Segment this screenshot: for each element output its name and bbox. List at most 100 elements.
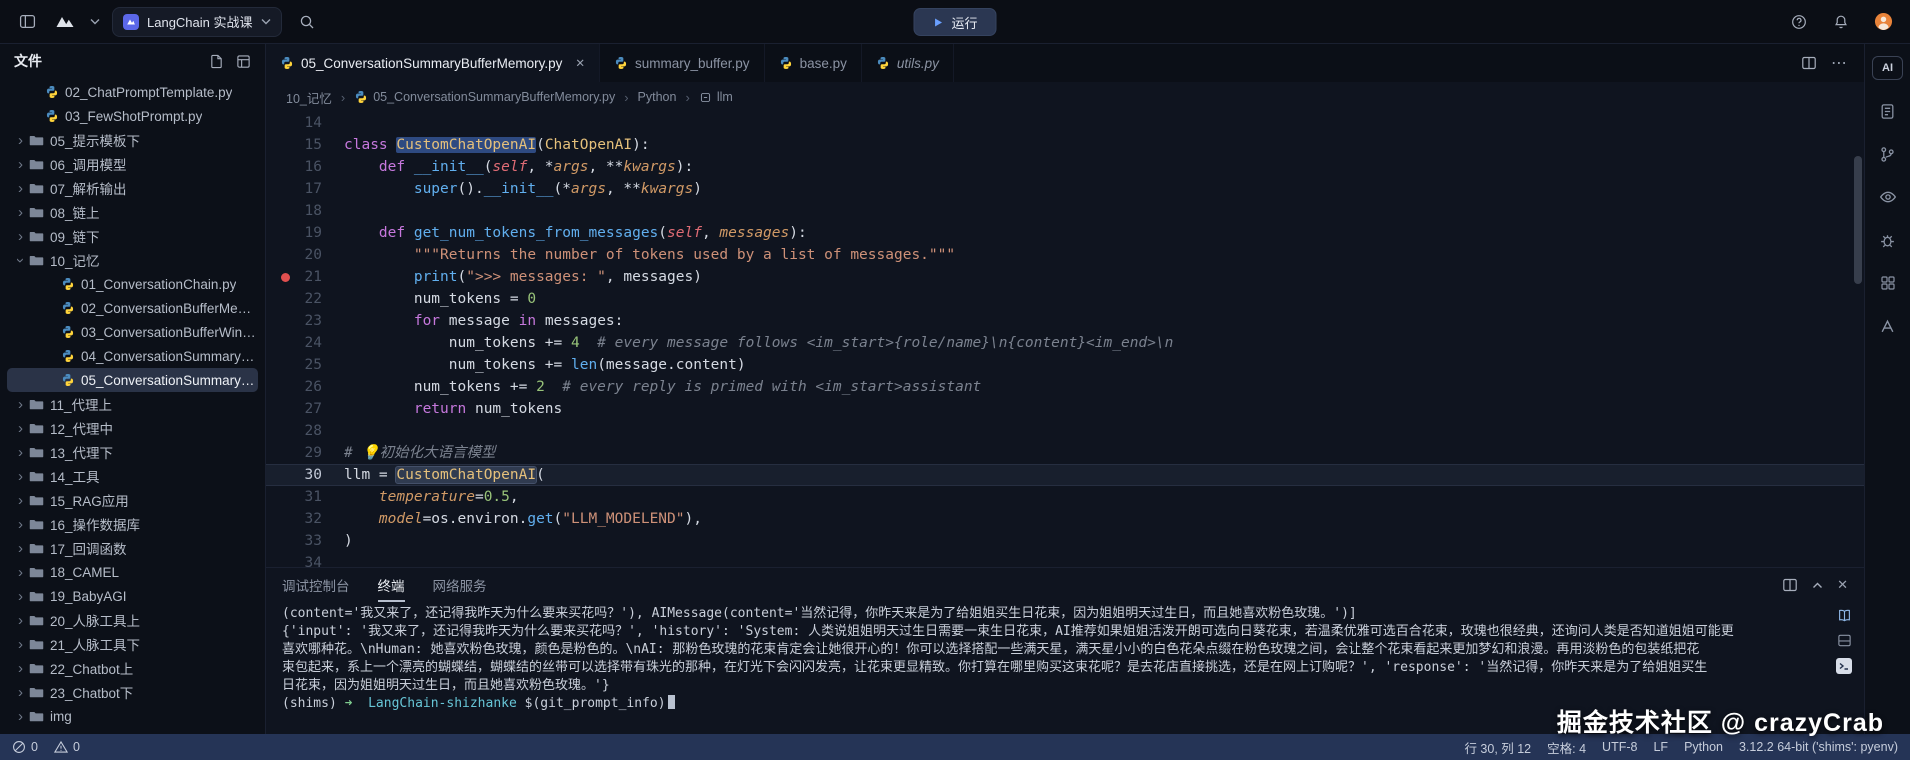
tree-folder-17_回调函数[interactable]: ›17_回调函数 xyxy=(7,536,258,560)
breadcrumb-item-05_ConversationSummaryBufferMemory.py[interactable]: 05_ConversationSummaryBufferMemory.py xyxy=(354,90,615,104)
close-tab-icon[interactable]: ✕ xyxy=(575,56,585,70)
panel-maximize-icon[interactable] xyxy=(1812,582,1823,589)
tree-file-02_ConversationBufferMemor...[interactable]: 02_ConversationBufferMemor... xyxy=(7,296,258,320)
ai-badge[interactable]: AI xyxy=(1872,56,1903,80)
chevron-icon: › xyxy=(13,661,28,676)
user-avatar[interactable] xyxy=(1870,9,1896,35)
status-warning-triangle[interactable]: 0 xyxy=(54,740,80,754)
tree-item-label: 23_Chatbot下 xyxy=(50,682,133,702)
breadcrumb-label: llm xyxy=(717,90,733,104)
tree-folder-05_提示模板下[interactable]: ›05_提示模板下 xyxy=(7,128,258,152)
folder-icon xyxy=(29,181,44,196)
status-item[interactable]: 行 30, 列 12 xyxy=(1464,738,1531,757)
tree-file-05_ConversationSummaryBuf...[interactable]: 05_ConversationSummaryBuf... xyxy=(7,368,258,392)
code-line: 18 xyxy=(266,200,1864,222)
sidebar-toggle-icon[interactable] xyxy=(14,9,40,35)
breadcrumb-item-llm[interactable]: llm xyxy=(699,90,733,104)
scrollbar-thumb[interactable] xyxy=(1854,156,1862,284)
bottom-panel: 调试控制台终端网络服务 ✕ (content='我又来了，还记得我昨天为什么要来… xyxy=(266,567,1864,734)
split-terminal-icon[interactable] xyxy=(1782,577,1798,593)
tree-folder-07_解析输出[interactable]: ›07_解析输出 xyxy=(7,176,258,200)
breakpoint-dot[interactable] xyxy=(281,273,290,282)
editor-tabs: 05_ConversationSummaryBufferMemory.py✕su… xyxy=(266,44,954,82)
more-actions-icon[interactable]: ⋯ xyxy=(1831,53,1848,73)
tree-file-04_ConversationSummaryMe...[interactable]: 04_ConversationSummaryMe... xyxy=(7,344,258,368)
notifications-bell-icon[interactable] xyxy=(1828,9,1854,35)
tree-folder-21_人脉工具下[interactable]: ›21_人脉工具下 xyxy=(7,632,258,656)
tab-utils.py[interactable]: utils.py xyxy=(862,44,954,82)
panelsplit-icon[interactable] xyxy=(1836,633,1852,648)
document-icon[interactable] xyxy=(1876,99,1900,123)
workspace-switcher[interactable]: LangChain 实战课 xyxy=(112,7,282,37)
status-item[interactable]: LF xyxy=(1653,740,1668,754)
breadcrumb-item-Python[interactable]: Python xyxy=(638,90,677,104)
tree-folder-img[interactable]: ›img xyxy=(7,704,258,728)
tree-folder-18_CAMEL[interactable]: ›18_CAMEL xyxy=(7,560,258,584)
tree-item-label: 14_工具 xyxy=(50,466,100,486)
app-logo-icon[interactable] xyxy=(52,9,78,35)
tree-folder-23_Chatbot下[interactable]: ›23_Chatbot下 xyxy=(7,680,258,704)
typography-icon[interactable] xyxy=(1876,314,1900,338)
tree-file-02_ChatPromptTemplate.py[interactable]: 02_ChatPromptTemplate.py xyxy=(7,80,258,104)
panel-tab-网络服务[interactable]: 网络服务 xyxy=(433,568,487,602)
bug-icon[interactable] xyxy=(1876,228,1900,252)
workspace-icon xyxy=(123,14,139,30)
panel-close-icon[interactable]: ✕ xyxy=(1837,577,1848,593)
tree-folder-09_链下[interactable]: ›09_链下 xyxy=(7,224,258,248)
chevron-icon: › xyxy=(13,157,28,172)
code-text: return num_tokens xyxy=(344,398,562,420)
tree-folder-06_调用模型[interactable]: ›06_调用模型 xyxy=(7,152,258,176)
main-area: 文件 02_ChatPromptTemplate.py03_FewShotPro… xyxy=(0,44,1910,734)
tree-folder-10_记忆[interactable]: ›10_记忆 xyxy=(7,248,258,272)
panel-tab-终端[interactable]: 终端 xyxy=(378,568,405,602)
split-editor-icon[interactable] xyxy=(1801,55,1817,71)
git-branch-icon[interactable] xyxy=(1876,142,1900,166)
tree-item-label: 13_代理下 xyxy=(50,442,113,462)
tree-item-label: 21_人脉工具下 xyxy=(50,634,140,654)
logo-chevron-down-icon[interactable] xyxy=(90,18,100,25)
code-text: num_tokens += 2 # every reply is primed … xyxy=(344,376,981,398)
collapse-explorer-icon[interactable] xyxy=(236,54,251,69)
tree-item-label: 02_ConversationBufferMemor... xyxy=(81,301,258,316)
tree-item-label: 05_提示模板下 xyxy=(50,130,140,150)
breadcrumb-item-10_记忆[interactable]: 10_记忆 xyxy=(286,88,332,107)
status-error-circle[interactable]: 0 xyxy=(12,740,38,754)
tree-folder-20_人脉工具上[interactable]: ›20_人脉工具上 xyxy=(7,608,258,632)
code-editor[interactable]: 1415class CustomChatOpenAI(ChatOpenAI):1… xyxy=(266,112,1864,567)
tree-folder-08_链上[interactable]: ›08_链上 xyxy=(7,200,258,224)
tab-05_ConversationSummaryBufferMemory.py[interactable]: 05_ConversationSummaryBufferMemory.py✕ xyxy=(266,44,600,82)
status-item[interactable]: 3.12.2 64-bit ('shims': pyenv) xyxy=(1739,740,1898,754)
python-icon xyxy=(61,373,75,387)
tree-folder-13_代理下[interactable]: ›13_代理下 xyxy=(7,440,258,464)
run-button[interactable]: 运行 xyxy=(913,8,996,36)
tree-folder-15_RAG应用[interactable]: ›15_RAG应用 xyxy=(7,488,258,512)
tree-file-03_FewShotPrompt.py[interactable]: 03_FewShotPrompt.py xyxy=(7,104,258,128)
line-number: 17 xyxy=(266,178,322,200)
code-line: 30llm = CustomChatOpenAI( xyxy=(266,464,1864,486)
search-icon[interactable] xyxy=(294,9,320,35)
status-item[interactable]: Python xyxy=(1684,740,1723,754)
tree-file-01_ConversationChain.py[interactable]: 01_ConversationChain.py xyxy=(7,272,258,296)
panel-tab-调试控制台[interactable]: 调试控制台 xyxy=(282,568,350,602)
terminal[interactable]: (content='我又来了，还记得我昨天为什么要来买花吗？'), AIMess… xyxy=(266,602,1864,734)
tab-summary_buffer.py[interactable]: summary_buffer.py xyxy=(600,44,765,82)
eye-icon[interactable] xyxy=(1876,185,1900,209)
editor-scrollbar[interactable] xyxy=(1852,112,1864,567)
status-count: 0 xyxy=(73,740,80,754)
status-item[interactable]: UTF-8 xyxy=(1602,740,1637,754)
help-icon[interactable] xyxy=(1786,9,1812,35)
tree-folder-22_Chatbot上[interactable]: ›22_Chatbot上 xyxy=(7,656,258,680)
tree-folder-16_操作数据库[interactable]: ›16_操作数据库 xyxy=(7,512,258,536)
grid-icon[interactable] xyxy=(1876,271,1900,295)
termbright-icon[interactable] xyxy=(1836,658,1852,674)
tree-folder-19_BabyAGI[interactable]: ›19_BabyAGI xyxy=(7,584,258,608)
status-item[interactable]: 空格: 4 xyxy=(1547,738,1586,757)
new-file-icon[interactable] xyxy=(209,54,224,69)
line-number: 26 xyxy=(266,376,322,398)
tab-base.py[interactable]: base.py xyxy=(765,44,862,82)
book-icon[interactable] xyxy=(1836,608,1852,623)
tree-file-03_ConversationBufferWindo...[interactable]: 03_ConversationBufferWindo... xyxy=(7,320,258,344)
tree-folder-12_代理中[interactable]: ›12_代理中 xyxy=(7,416,258,440)
tree-folder-14_工具[interactable]: ›14_工具 xyxy=(7,464,258,488)
tree-folder-11_代理上[interactable]: ›11_代理上 xyxy=(7,392,258,416)
